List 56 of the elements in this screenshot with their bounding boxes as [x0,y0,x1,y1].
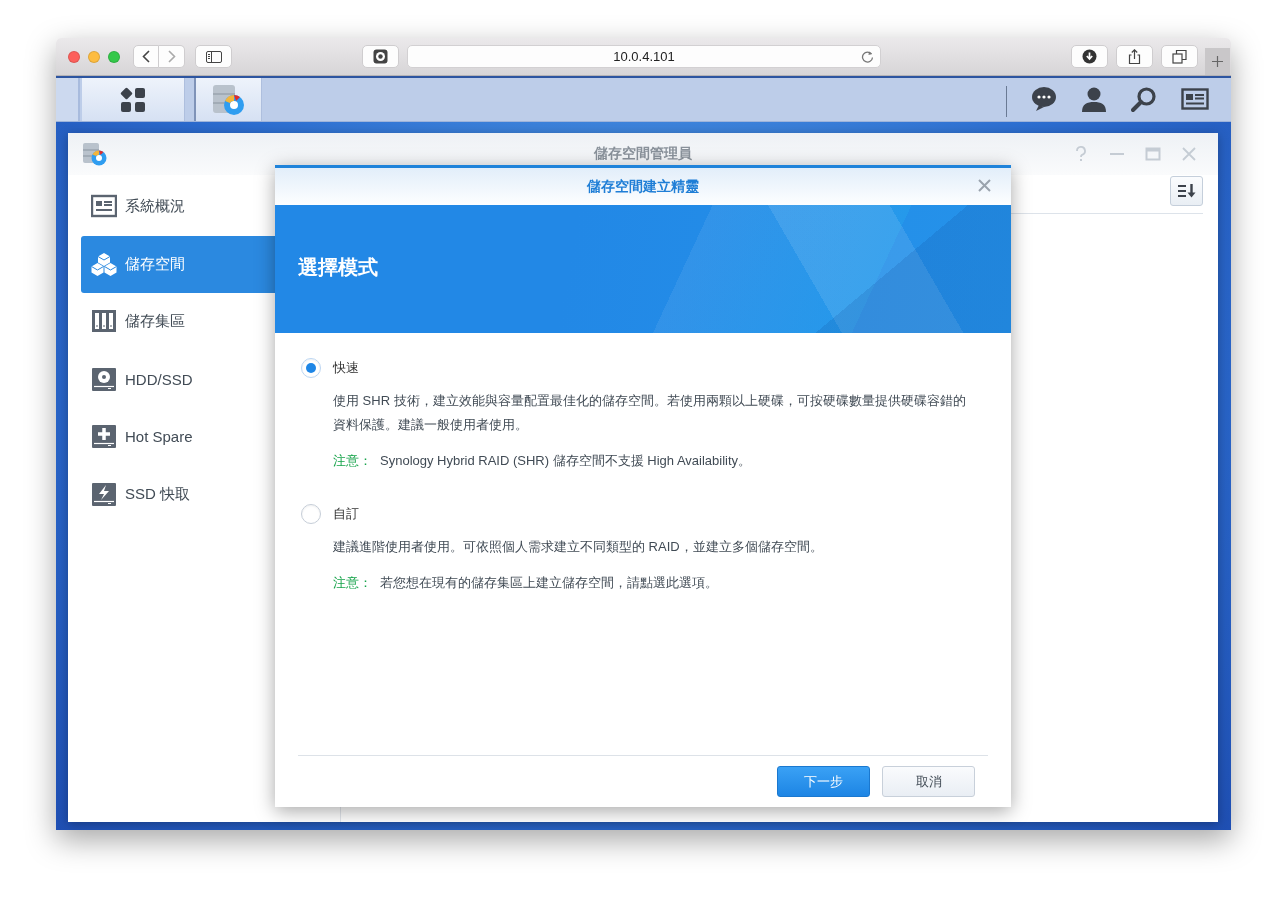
option-description: 建議進階使用者使用。可依照個人需求建立不同類型的 RAID，並建立多個儲存空間。 [333,538,824,556]
minimize-icon [1109,153,1125,155]
app-button[interactable] [194,78,262,121]
note-text: 若您想在現有的儲存集區上建立儲存空間，請點選此選項。 [380,574,718,592]
radio-button[interactable] [301,358,321,378]
share-button[interactable] [1116,45,1153,68]
pool-icon [91,309,117,335]
close-window-button[interactable] [68,50,80,63]
grid-icon [120,86,146,113]
chat-icon [1031,85,1059,114]
spare-icon [91,424,117,450]
maximize-icon [1145,146,1161,162]
overview-icon [91,194,117,220]
sidebar-toggle-button[interactable] [195,45,232,68]
close-button[interactable] [978,179,991,192]
dialog-title: 儲存空間建立精靈 [587,177,699,196]
help-icon [1073,146,1089,162]
tabs-button[interactable] [1161,45,1198,68]
new-tab-button[interactable] [1205,48,1230,75]
chevron-left-icon [142,50,150,63]
close-icon [1181,146,1197,162]
circle-icon [373,49,388,64]
note-text: Synology Hybrid RAID (SHR) 儲存空間不支援 High Availability。 [380,452,752,470]
sidebar-item[interactable]: 系統概況 [81,178,340,236]
download-icon [1082,49,1097,64]
reload-icon[interactable] [861,50,874,63]
note-label: 注意： [333,452,372,470]
user-icon [1081,85,1109,114]
option-label: 自訂 [333,505,359,523]
plus-icon [1212,56,1223,67]
search-icon [1131,85,1159,114]
close-icon [978,179,991,192]
option-label: 快速 [333,359,359,377]
sidebar-icon [205,50,222,63]
zoom-window-button[interactable] [108,50,120,63]
tabs-icon [1172,49,1187,64]
address-text: 10.0.4.101 [613,49,675,64]
radio-button[interactable] [301,504,321,524]
sort-icon [1176,183,1197,199]
download-button[interactable] [1071,45,1108,68]
share-icon [1127,49,1142,64]
chevron-right-icon [167,50,176,63]
note-label: 注意： [333,574,372,592]
sidebar-item[interactable]: 儲存集區 [81,293,340,351]
window-title: 儲存空間管理員 [594,145,692,161]
option-description: 使用 SHR 技術，建立效能與容量配置最佳化的儲存空間。若使用兩顆以上硬碟，可按硬碟數量提供硬碟容錯的資料保護。建議一般使用者使用。 [333,392,967,434]
cache-icon [91,481,117,507]
sort-button[interactable] [1170,176,1203,206]
toolbar-button[interactable] [362,45,399,68]
volume-icon [91,251,117,277]
main-menu-button[interactable] [82,78,185,121]
storage-app-icon [82,141,108,167]
address-field[interactable]: 10.0.4.101 [407,45,881,68]
back-button[interactable] [133,45,159,68]
cancel-button[interactable]: 取消 [882,766,975,797]
taskbar-edge-panel [56,78,80,121]
